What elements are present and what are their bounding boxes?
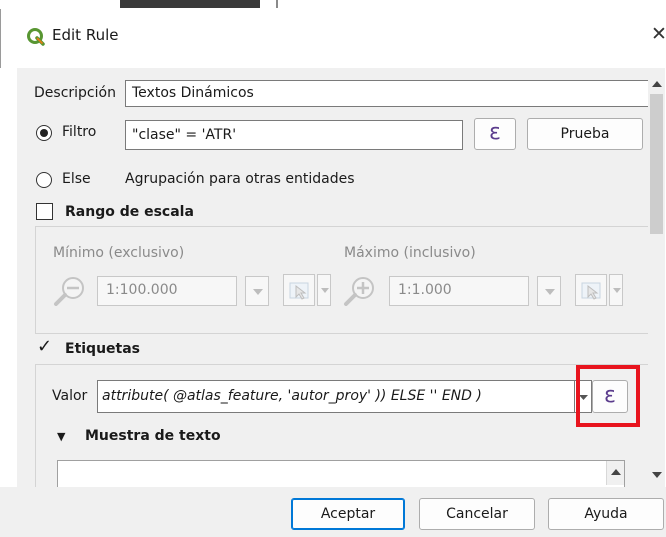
map-cursor-icon <box>581 282 601 300</box>
filtro-expression-input[interactable]: "clase" = 'ATR' <box>125 120 463 150</box>
maximo-map-menu-button[interactable] <box>609 274 623 306</box>
arrow-down-icon <box>652 472 662 478</box>
minimo-map-menu-button[interactable] <box>317 274 331 306</box>
maximo-dropdown-button[interactable] <box>537 276 561 306</box>
descripcion-input[interactable]: Textos Dinámicos <box>125 80 648 107</box>
valor-expression-input[interactable]: attribute( @atlas_feature, 'autor_proy' … <box>97 380 575 413</box>
main-scrollbar[interactable] <box>648 68 665 487</box>
minimo-scale-combo[interactable]: 1:100.000 <box>97 276 237 306</box>
background-window-fragment <box>120 0 260 8</box>
maximo-scale-combo[interactable]: 1:1.000 <box>389 276 529 306</box>
qgis-logo-icon <box>27 28 45 46</box>
maximo-map-canvas-button[interactable] <box>575 274 607 306</box>
ayuda-button[interactable]: Ayuda <box>548 498 664 530</box>
zoom-out-icon <box>54 277 84 306</box>
close-icon[interactable]: ✕ <box>651 23 666 45</box>
muestra-scroll-up-button[interactable] <box>606 461 624 485</box>
etiquetas-label: Etiquetas <box>65 341 141 357</box>
minimo-map-canvas-button[interactable] <box>283 274 315 306</box>
dialog-footer: Aceptar Cancelar Ayuda <box>0 487 666 537</box>
maximo-label: Máximo (inclusivo) <box>344 245 476 261</box>
cancelar-button[interactable]: Cancelar <box>419 498 535 530</box>
title-bar: Edit Rule ✕ <box>0 9 666 68</box>
background-window-edge <box>276 0 278 8</box>
descripcion-label: Descripción <box>34 85 116 101</box>
scrollbar-thumb[interactable] <box>650 94 663 234</box>
triangle-down-icon[interactable]: ▼ <box>57 430 65 443</box>
valor-label: Valor <box>52 388 88 404</box>
else-radio[interactable] <box>36 172 52 188</box>
arrow-up-icon <box>652 81 662 87</box>
window-title: Edit Rule <box>52 26 119 44</box>
muestra-texto-area[interactable] <box>57 460 625 487</box>
minimo-label: Mínimo (exclusivo) <box>53 245 185 261</box>
zoom-in-icon <box>344 277 374 306</box>
chevron-down-icon <box>321 288 329 293</box>
etiquetas-checkbox[interactable]: ✓ <box>37 336 52 357</box>
rango-escala-label: Rango de escala <box>65 204 194 220</box>
epsilon-icon: ε <box>489 120 501 145</box>
dialog-content: Descripción Textos Dinámicos Filtro "cla… <box>17 68 648 487</box>
filtro-radio[interactable] <box>36 125 52 141</box>
background-strip <box>0 0 666 9</box>
muestra-texto-label: Muestra de texto <box>85 428 221 444</box>
chevron-down-icon <box>545 289 555 295</box>
rango-escala-checkbox[interactable] <box>36 203 53 220</box>
valor-expression-builder-button[interactable]: ε <box>592 380 628 413</box>
map-cursor-icon <box>289 282 309 300</box>
arrow-up-icon <box>611 469 621 475</box>
chevron-down-icon <box>253 289 263 295</box>
else-label: Else <box>62 171 91 187</box>
radio-dot <box>40 129 48 137</box>
valor-expression-text: attribute( @atlas_feature, 'autor_proy' … <box>102 388 482 404</box>
aceptar-button[interactable]: Aceptar <box>291 498 405 530</box>
chevron-down-icon <box>613 288 621 293</box>
else-description: Agrupación para otras entidades <box>125 171 355 187</box>
epsilon-icon: ε <box>604 383 616 408</box>
filtro-expression-builder-button[interactable]: ε <box>474 118 516 150</box>
prueba-button[interactable]: Prueba <box>527 118 643 150</box>
filtro-label: Filtro <box>62 124 97 140</box>
minimo-dropdown-button[interactable] <box>245 276 269 306</box>
